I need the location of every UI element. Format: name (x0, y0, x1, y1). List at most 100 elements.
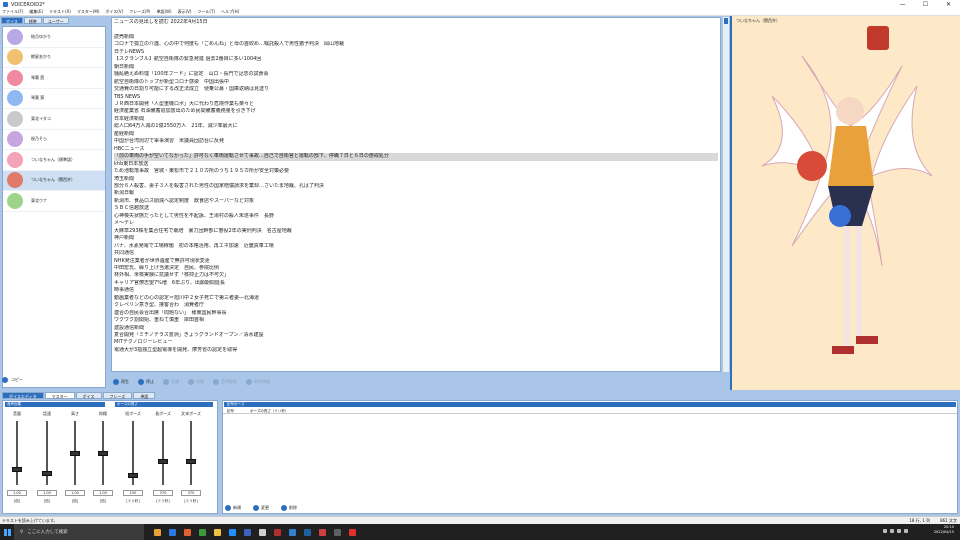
menu-item-1[interactable]: 編集(E) (29, 9, 43, 15)
slider-knob[interactable] (158, 459, 168, 465)
slider-knob[interactable] (186, 459, 196, 465)
minimize-button[interactable]: — (891, 0, 914, 9)
scrollbar-thumb[interactable] (724, 18, 728, 24)
windows-icon (3, 528, 11, 536)
param-slider[interactable]: 音量 1.00 [倍] (5, 411, 29, 511)
taskbar-app-icon[interactable] (184, 528, 191, 536)
taskbar-app-icon[interactable] (199, 528, 206, 536)
taskbar-app-icon[interactable] (274, 528, 281, 536)
slider-knob[interactable] (98, 451, 108, 456)
taskbar-app-icon[interactable] (214, 528, 221, 536)
play-control-1[interactable]: 停止 (138, 379, 154, 385)
taskbar-app-icon[interactable] (244, 528, 251, 536)
tab-standard[interactable]: 標準 (23, 17, 42, 24)
word-button-1[interactable]: 変更 (253, 505, 269, 511)
taskbar-app-icon[interactable] (289, 528, 296, 536)
slider-value[interactable]: 370 (181, 490, 201, 496)
slider-knob[interactable] (70, 451, 80, 456)
slider-track[interactable] (190, 421, 192, 485)
tab-phrase[interactable]: フレーズ (102, 392, 133, 399)
text-scrollbar[interactable] (723, 17, 729, 372)
word-button-icon (225, 505, 231, 511)
taskbar-search[interactable]: ⚲ ここに入力して検索 (14, 524, 144, 540)
slider-track[interactable] (162, 421, 164, 485)
menu-item-5[interactable]: フレーズ(P) (129, 9, 150, 15)
slider-knob[interactable] (12, 467, 22, 472)
param-slider[interactable]: 短ポーズ 150 [ミリ秒] (121, 411, 145, 511)
taskbar-app-icon[interactable] (349, 528, 356, 536)
text-line: 新潟市、食品ロス削減へ認定制度 飲食店やスーパーなど対象 (114, 197, 254, 204)
text-line: 中国が台湾周辺で軍事演習 米議員団訪台に反発 (114, 138, 225, 145)
voice-item[interactable]: 結月ゆかり (3, 27, 105, 48)
slider-value[interactable]: 1.00 (93, 490, 113, 496)
text-line: 复合開発「ミチノテラス豊洲」きょうグランドオープン／清水建設 (114, 332, 264, 339)
start-button[interactable] (0, 524, 14, 540)
voice-name: 桜乃そら (31, 136, 47, 142)
voice-item[interactable]: ついなちゃん（関西弁） (3, 170, 105, 191)
menu-item-0[interactable]: ファイル(F) (2, 9, 23, 15)
copy-button[interactable]: コピー (2, 377, 23, 383)
menu-item-6[interactable]: 単語(W) (157, 9, 172, 15)
slider-value[interactable]: 1.00 (65, 490, 85, 496)
tab-word[interactable]: 単語 (133, 392, 156, 399)
voice-name: 東北ウナ (31, 197, 47, 203)
taskbar-app-icon[interactable] (319, 528, 326, 536)
blue-creature-icon (829, 205, 851, 227)
param-slider[interactable]: 文末ポーズ 370 [ミリ秒] (179, 411, 203, 511)
tab-master[interactable]: マスター (44, 392, 75, 399)
voice-item[interactable]: 琴葉 茜 (3, 68, 105, 89)
slider-knob[interactable] (128, 473, 138, 479)
word-button-2[interactable]: 削除 (281, 505, 297, 511)
taskbar-app-icon[interactable] (229, 528, 236, 536)
slider-track[interactable] (16, 421, 18, 485)
pause-params-header: ポーズの長さ (115, 402, 213, 407)
voice-name: ついなちゃん（標準語） (31, 156, 75, 162)
slider-value[interactable]: 370 (153, 490, 173, 496)
tab-voice-editor[interactable]: ボイスエディタ (2, 392, 44, 399)
menu-bar: ファイル(F) 編集(E) テキスト(X) マスター(M) ボイス(V) フレーズ(P) 単… (0, 9, 960, 16)
text-input-area[interactable]: ニュースの見出しを読む 2022年4月15日 読売新聞 コロナで孤立の介護、心の中… (111, 17, 721, 372)
word-button-0[interactable]: 新規 (225, 505, 241, 511)
menu-item-7[interactable]: 表示(V) (178, 9, 192, 15)
taskbar-app-icon[interactable] (259, 528, 266, 536)
slider-value[interactable]: 150 (123, 490, 143, 496)
text-line: メ～テレ (114, 220, 135, 227)
menu-item-2[interactable]: テキスト(X) (49, 9, 71, 15)
param-slider[interactable]: 高さ 1.00 [倍] (63, 411, 87, 511)
taskbar-app-icon[interactable] (154, 528, 161, 536)
menu-item-4[interactable]: ボイス(V) (105, 9, 123, 15)
taskbar-app-icon[interactable] (169, 528, 176, 536)
play-control-icon (163, 379, 169, 385)
param-slider[interactable]: 長ポーズ 370 [ミリ秒] (151, 411, 175, 511)
clock[interactable]: 20:10 2022/04/15 (934, 525, 954, 535)
voice-item[interactable]: 琴葉 葵 (3, 89, 105, 109)
tab-voice-settings[interactable]: ボイス (75, 392, 102, 399)
tab-voice[interactable]: ボイス (1, 17, 23, 24)
play-control-3[interactable]: 末尾 (188, 379, 204, 385)
param-slider[interactable]: 抑揚 1.00 [倍] (91, 411, 115, 511)
menu-item-8[interactable]: ツール(T) (197, 9, 215, 15)
slider-value[interactable]: 1.00 (7, 490, 27, 496)
voice-item[interactable]: 紲星あかり (3, 48, 105, 68)
play-control-2[interactable]: 先頭 (163, 379, 179, 385)
param-slider[interactable]: 話速 1.00 [倍] (35, 411, 59, 511)
maximize-button[interactable]: ☐ (914, 0, 937, 9)
text-line: ため池転落事故 宮城・東松市で２１０カ所のうち１９５カ所が安全対策必要 (114, 168, 290, 175)
voice-item[interactable]: ついなちゃん（標準語） (3, 150, 105, 171)
taskbar-apps (150, 528, 360, 536)
menu-item-3[interactable]: マスター(M) (77, 9, 100, 15)
taskbar-app-icon[interactable] (304, 528, 311, 536)
play-control-0[interactable]: 再生 (113, 379, 129, 385)
play-control-4[interactable]: 音声保存 (213, 379, 237, 385)
menu-item-9[interactable]: ヘルプ(H) (221, 9, 239, 15)
voice-item[interactable]: 東北イタコ (3, 109, 105, 130)
tab-user[interactable]: ユーザー (42, 17, 69, 24)
voice-item[interactable]: 東北ウナ (3, 191, 105, 212)
slider-knob[interactable] (42, 471, 52, 477)
voice-item[interactable]: 桜乃そら (3, 130, 105, 150)
text-line: 電通大が3指独立型超電導を開発、摩芳省の認定を取得 (114, 346, 238, 353)
taskbar-app-icon[interactable] (334, 528, 341, 536)
slider-value[interactable]: 1.00 (37, 490, 57, 496)
close-button[interactable]: ✕ (937, 0, 960, 9)
play-control-5[interactable]: 再生時間 (246, 379, 270, 385)
